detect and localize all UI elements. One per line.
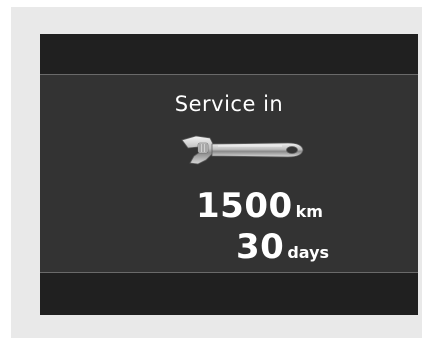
service-time: 30 days (236, 227, 329, 267)
service-time-unit: days (287, 243, 330, 262)
service-distance-unit: km (295, 202, 323, 221)
display-top-divider (40, 74, 418, 75)
service-title: Service in (174, 92, 284, 116)
display-top-band (40, 34, 418, 74)
service-distance: 1500 km (196, 186, 323, 226)
service-distance-value: 1500 (196, 186, 293, 226)
cluster-display: Service in 1500 km 30 days (40, 34, 418, 315)
wrench-icon (181, 135, 304, 165)
display-bottom-band (40, 273, 418, 315)
service-time-value: 30 (236, 227, 285, 267)
